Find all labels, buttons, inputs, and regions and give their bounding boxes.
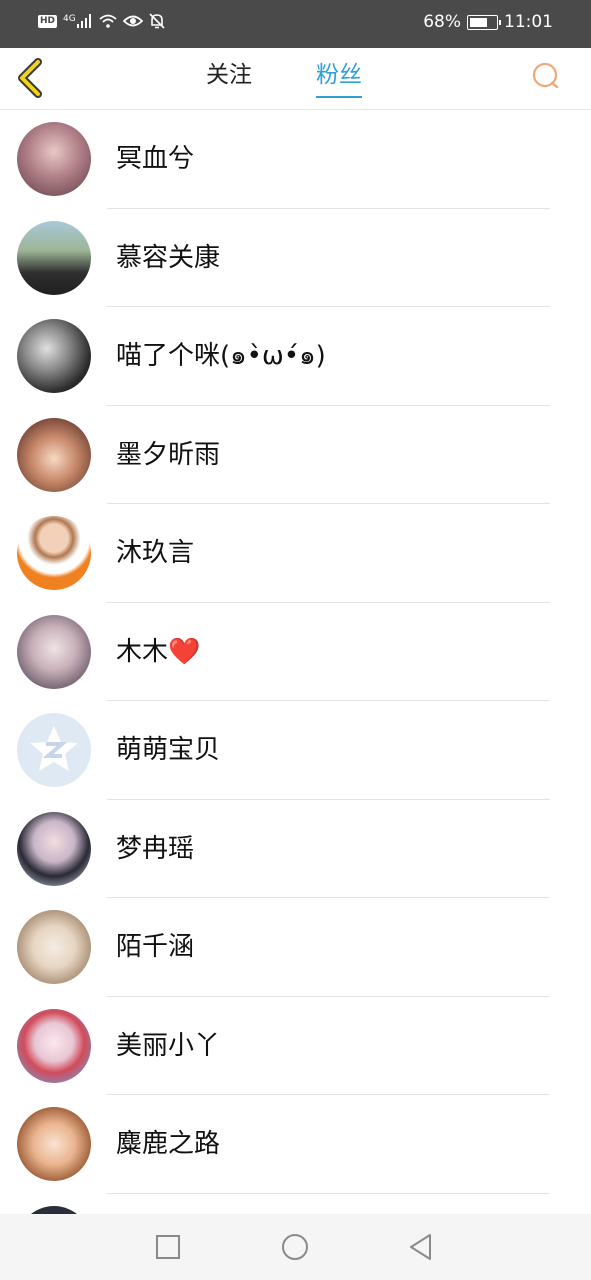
list-item[interactable]: 沐玖言: [0, 504, 591, 603]
fan-name: 沐玖言: [116, 538, 195, 568]
list-item[interactable]: 萌萌宝贝: [0, 701, 591, 800]
back-button[interactable]: [12, 56, 52, 100]
recent-apps-button[interactable]: [153, 1232, 183, 1262]
fan-name: 麋鹿之路: [116, 1129, 221, 1159]
avatar: [17, 811, 91, 886]
status-bar: HD 4G 68% 11:01: [0, 0, 591, 48]
avatar: [17, 122, 91, 196]
list-item[interactable]: 慕容关康: [0, 209, 591, 307]
home-button[interactable]: [280, 1232, 310, 1262]
hd-badge: HD: [38, 14, 58, 28]
active-tab-indicator: [316, 96, 362, 98]
avatar: [17, 516, 91, 590]
list-item[interactable]: 冥血兮: [0, 110, 591, 209]
default-avatar-icon: [30, 726, 78, 771]
avatar: [17, 1008, 91, 1083]
list-item[interactable]: 麋鹿之路: [0, 1095, 591, 1194]
mute-bell-icon: [149, 13, 165, 29]
square-icon: [156, 1235, 180, 1259]
triangle-back-icon: [410, 1234, 431, 1260]
list-item[interactable]: 墨夕昕雨: [0, 406, 591, 504]
avatar: [17, 319, 91, 393]
system-nav-bar: [0, 1214, 591, 1280]
avatar: [17, 1205, 91, 1214]
fan-name: 陌千涵: [116, 932, 195, 962]
battery-percent: 68%: [423, 12, 461, 32]
fan-name: 冥血兮: [116, 144, 195, 174]
avatar: [17, 614, 91, 689]
status-icons-right: 68% 11:01: [423, 12, 553, 32]
list-item[interactable]: 美丽小丫: [0, 997, 591, 1095]
avatar: [17, 713, 91, 787]
nav-back-button[interactable]: [406, 1232, 436, 1262]
top-nav: 关注 粉丝: [0, 48, 591, 110]
list-item[interactable]: [0, 1194, 591, 1214]
fan-name: 慕容关康: [116, 242, 221, 273]
eye-icon: [122, 15, 143, 27]
avatar: [17, 1107, 91, 1181]
clock: 11:01: [504, 12, 553, 32]
fan-name: 墨夕昕雨: [116, 439, 221, 470]
list-item[interactable]: 陌千涵: [0, 898, 591, 997]
search-button[interactable]: [529, 60, 563, 94]
avatar: [17, 220, 91, 295]
tab-follow[interactable]: 关注: [206, 60, 252, 98]
list-item[interactable]: 梦冉瑶: [0, 800, 591, 898]
tab-fans-label: 粉丝: [316, 62, 362, 88]
avatar: [17, 417, 91, 492]
circle-icon: [282, 1234, 308, 1260]
fan-name: 梦冉瑶: [116, 833, 195, 864]
fan-name: 木木❤️: [116, 636, 201, 667]
fan-name: 萌萌宝贝: [116, 735, 221, 765]
status-icons-left: HD 4G: [38, 13, 165, 29]
signal-icon: 4G: [63, 14, 93, 28]
battery-icon: [467, 14, 501, 30]
search-icon: [532, 62, 559, 89]
list-item[interactable]: 木木❤️: [0, 603, 591, 701]
chevron-left-icon: [18, 58, 42, 98]
fan-name: 喵了个咪(๑•̀ω•́๑): [116, 341, 326, 371]
wifi-icon: [99, 14, 117, 28]
tab-fans[interactable]: 粉丝: [316, 60, 362, 98]
avatar: [17, 910, 91, 984]
fan-name: 美丽小丫: [116, 1030, 221, 1061]
network-type: 4G: [63, 14, 76, 24]
battery-level: [470, 17, 487, 27]
fans-list: 冥血兮 慕容关康 喵了个咪(๑•̀ω•́๑) 墨夕昕雨 沐玖言 木木❤️ 萌萌宝…: [0, 110, 591, 1214]
list-item[interactable]: 喵了个咪(๑•̀ω•́๑): [0, 307, 591, 406]
